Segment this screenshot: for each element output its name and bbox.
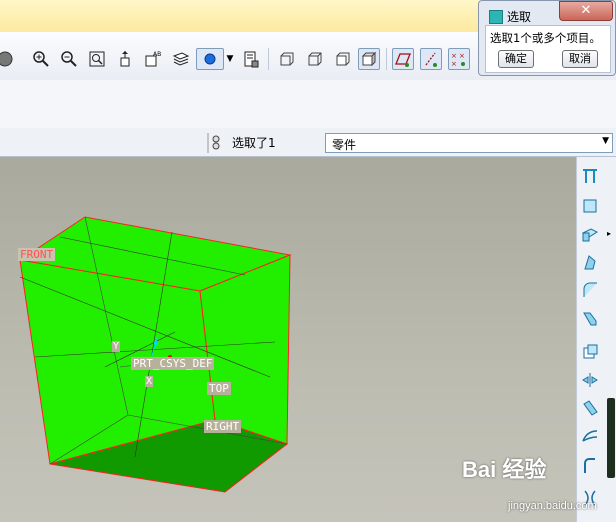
axis-label-y: Y (112, 341, 121, 352)
select-dialog: 选取 ✕ 选取1个或多个项目。 确定 取消 (478, 0, 616, 76)
dialog-app-icon (489, 10, 503, 24)
watermark-url: jingyan.baidu.com (508, 500, 597, 512)
layers-icon[interactable] (170, 48, 192, 70)
annotation-icon[interactable]: AB (142, 48, 164, 70)
shell-tool-icon[interactable] (579, 425, 601, 447)
svg-text:×: × (459, 52, 465, 60)
selection-filter-select[interactable]: 零件 ▼ (325, 133, 613, 153)
round-tool-icon[interactable] (579, 279, 601, 301)
wireframe-icon[interactable] (276, 48, 298, 70)
dialog-body: 选取1个或多个项目。 确定 取消 (485, 25, 611, 73)
watermark-brand: Bai 经验 (462, 457, 547, 482)
dialog-title: 选取 (507, 10, 532, 24)
hidden-line-icon[interactable] (304, 48, 326, 70)
svg-text:AB: AB (153, 51, 161, 58)
mirror-tool-icon[interactable] (579, 369, 601, 391)
toolbar-separator (386, 48, 387, 70)
zoom-fit-icon[interactable] (86, 48, 108, 70)
extrude-tool-icon[interactable] (579, 223, 601, 245)
dialog-message: 选取1个或多个项目。 (490, 31, 601, 45)
svg-text:×: × (451, 60, 457, 68)
filter-value: 零件 (332, 138, 357, 152)
selection-count-text: 选取了1 (232, 136, 276, 150)
sphere-shade-icon[interactable] (0, 48, 16, 70)
datum-plane-tool-icon[interactable] (579, 165, 601, 187)
close-button[interactable]: ✕ (559, 1, 613, 21)
draft-tool-icon[interactable] (579, 397, 601, 419)
sketch-tool-icon[interactable] (579, 195, 601, 217)
ok-button[interactable]: 确定 (498, 50, 534, 68)
hole-tool-icon[interactable] (579, 341, 601, 363)
chevron-down-icon: ▼ (602, 136, 609, 146)
close-icon: ✕ (580, 3, 592, 18)
axis-display-icon[interactable] (420, 48, 442, 70)
datum-label-csys[interactable]: PRT_CSYS_DEF (131, 357, 215, 370)
chevron-right-icon[interactable]: ▸ (607, 229, 611, 238)
csys-display-icon[interactable]: × × × (448, 48, 470, 70)
datum-label-top[interactable]: TOP (207, 382, 231, 395)
datum-label-right[interactable]: RIGHT (204, 420, 242, 433)
datum-label-front[interactable]: FRONT (18, 248, 56, 261)
rib-tool-icon[interactable] (579, 455, 601, 477)
toolbar-separator (268, 48, 269, 70)
model-tree-icon[interactable] (240, 48, 262, 70)
shaded-icon[interactable] (358, 48, 380, 70)
toolbar-scroll-handle[interactable] (607, 398, 615, 478)
axis-label-x: X (145, 376, 154, 387)
spin-center-icon[interactable] (114, 48, 136, 70)
filter-icon[interactable] (205, 133, 223, 153)
no-hidden-icon[interactable] (332, 48, 354, 70)
zoom-in-icon[interactable] (30, 48, 52, 70)
svg-text:×: × (451, 52, 457, 60)
cancel-button[interactable]: 取消 (562, 50, 598, 68)
zoom-out-icon[interactable] (58, 48, 80, 70)
chevron-down-icon[interactable]: ▼ (224, 48, 236, 70)
plane-display-icon[interactable] (392, 48, 414, 70)
chamfer-tool-icon[interactable] (579, 307, 601, 329)
revolve-tool-icon[interactable] (579, 251, 601, 273)
ribbon-area (0, 80, 616, 128)
display-style-icon[interactable] (196, 48, 224, 70)
